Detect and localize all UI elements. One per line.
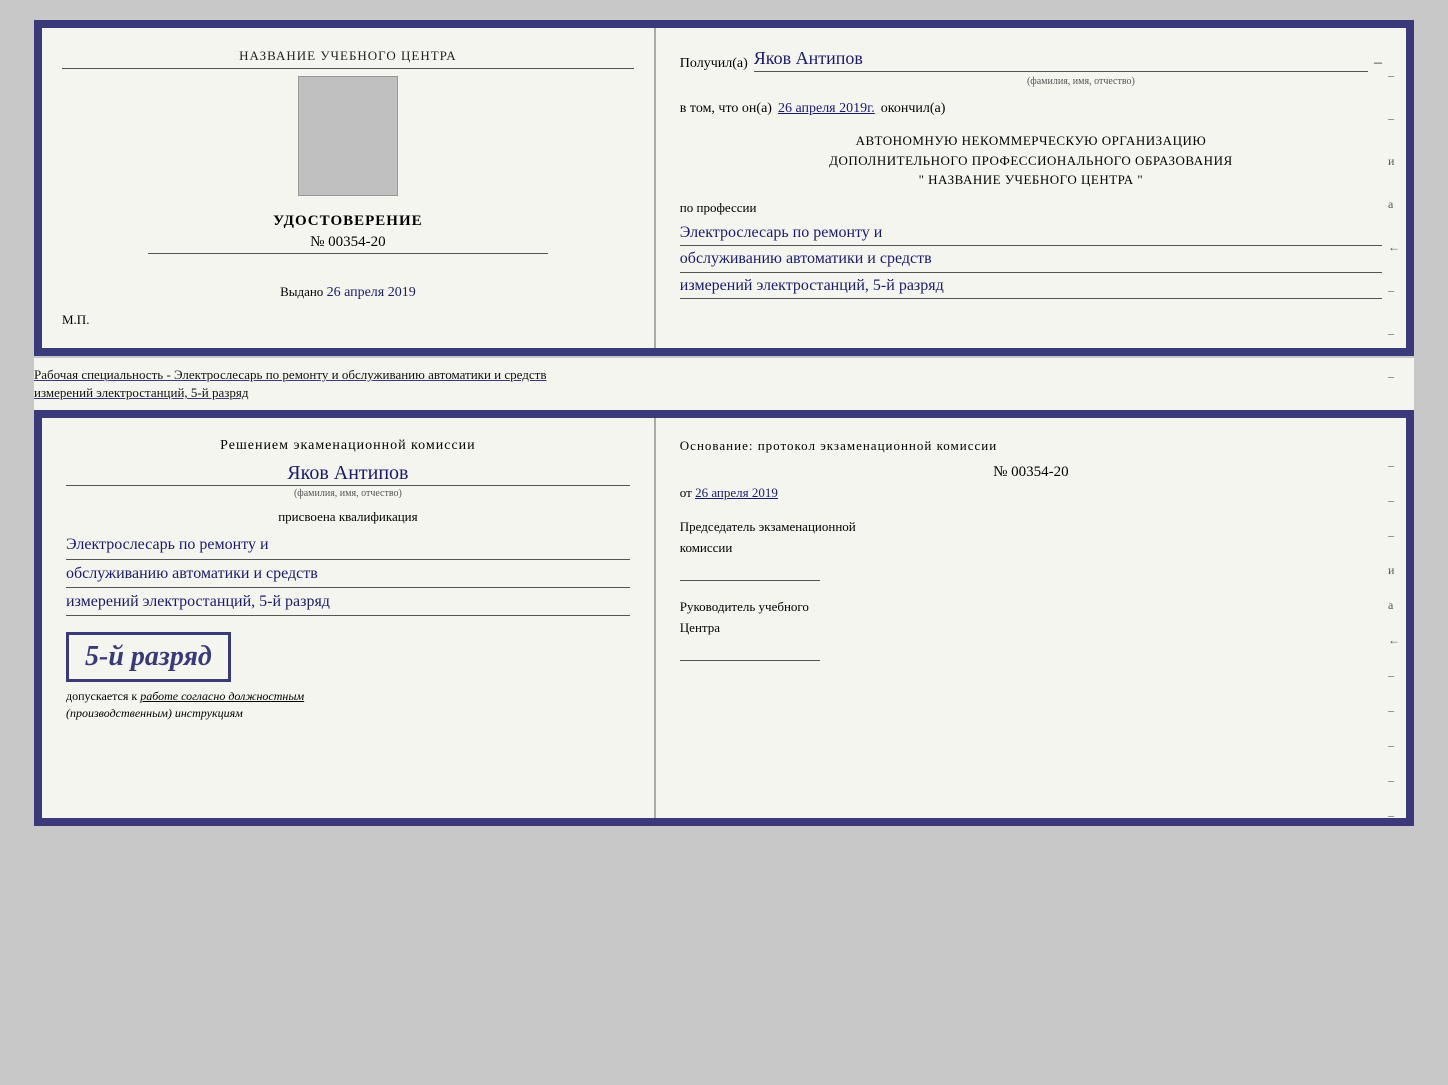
person-sublabel: (фамилия, имя, отчество) <box>66 488 630 499</box>
profession-line2: обслуживанию автоматики и средств <box>680 246 1382 273</box>
recipient-sublabel: (фамилия, имя, отчество) <box>780 76 1382 87</box>
issued-date: 26 апреля 2019 <box>327 285 416 300</box>
rank-box: 5-й разряд <box>66 632 231 682</box>
basis-text: Основание: протокол экзаменационной коми… <box>680 438 1382 454</box>
admit-italic2: (производственным) инструкциям <box>66 706 243 720</box>
bottom-left-panel: Решением экаменационной комиссии Яков Ан… <box>42 418 656 818</box>
org-line3: " НАЗВАНИЕ УЧЕБНОГО ЦЕНТРА " <box>680 170 1382 190</box>
separator-line1: Рабочая специальность - Электрослесарь п… <box>34 366 1414 384</box>
document-wrapper: НАЗВАНИЕ УЧЕБНОГО ЦЕНТРА УДОСТОВЕРЕНИЕ №… <box>34 20 1414 826</box>
qual-line2: обслуживанию автоматики и средств <box>66 560 630 588</box>
admit-italic: работе согласно должностным <box>140 689 304 703</box>
confirm-line: в том, что он(а) 26 апреля 2019г. окончи… <box>680 101 1382 117</box>
separator-section: Рабочая специальность - Электрослесарь п… <box>34 358 1414 410</box>
protocol-date: 26 апреля 2019 <box>695 485 778 500</box>
qual-line3: измерений электростанций, 5-й разряд <box>66 588 630 616</box>
separator-line2: измерений электростанций, 5-й разряд <box>34 384 1414 402</box>
recipient-dash: – <box>1374 54 1382 72</box>
person-name: Яков Антипов <box>66 462 630 486</box>
chairman-sig-line <box>680 563 820 581</box>
bottom-right-panel: Основание: протокол экзаменационной коми… <box>656 418 1406 818</box>
confirm-suffix: окончил(а) <box>881 101 946 117</box>
issued-line: Выдано 26 апреля 2019 <box>62 284 634 301</box>
issued-label: Выдано <box>280 284 323 299</box>
qualification-label: присвоена квалификация <box>66 509 630 525</box>
director-block: Руководитель учебного Центра <box>680 597 1382 661</box>
top-right-panel: Получил(а) Яков Антипов – (фамилия, имя,… <box>656 28 1406 348</box>
org-line2: ДОПОЛНИТЕЛЬНОГО ПРОФЕССИОНАЛЬНОГО ОБРАЗО… <box>680 151 1382 171</box>
protocol-number: № 00354-20 <box>680 464 1382 481</box>
protocol-date-line: от 26 апреля 2019 <box>680 485 1382 501</box>
bottom-right-dashes: – – – и а ← – – – – – <box>1388 458 1400 823</box>
cert-number: № 00354-20 <box>148 234 548 254</box>
profession-line1: Электрослесарь по ремонту и <box>680 220 1382 247</box>
profession-label: по профессии <box>680 200 1382 216</box>
cert-title: УДОСТОВЕРЕНИЕ <box>62 213 634 230</box>
admit-line: допускается к работе согласно должностны… <box>66 688 630 722</box>
recipient-label: Получил(а) <box>680 56 748 72</box>
mp-label: М.П. <box>62 312 89 328</box>
top-left-panel: НАЗВАНИЕ УЧЕБНОГО ЦЕНТРА УДОСТОВЕРЕНИЕ №… <box>42 28 656 348</box>
bottom-document: Решением экаменационной комиссии Яков Ан… <box>34 410 1414 826</box>
rank-text: 5-й разряд <box>85 641 212 672</box>
director-sig-line <box>680 643 820 661</box>
org-line1: АВТОНОМНУЮ НЕКОММЕРЧЕСКУЮ ОРГАНИЗАЦИЮ <box>680 131 1382 151</box>
side-dashes: – – и а ← – – – <box>1388 68 1400 384</box>
chairman-block: Председатель экзаменационной комиссии <box>680 517 1382 581</box>
recipient-name: Яков Антипов <box>754 48 1368 72</box>
qual-line1: Электрослесарь по ремонту и <box>66 531 630 559</box>
confirm-date: 26 апреля 2019г. <box>778 101 875 117</box>
recipient-line: Получил(а) Яков Антипов – <box>680 48 1382 72</box>
director-label2: Центра <box>680 618 1382 639</box>
protocol-date-prefix: от <box>680 485 692 500</box>
confirm-prefix: в том, что он(а) <box>680 101 772 117</box>
admit-prefix: допускается к <box>66 689 137 703</box>
org-text: АВТОНОМНУЮ НЕКОММЕРЧЕСКУЮ ОРГАНИЗАЦИЮ ДО… <box>680 131 1382 190</box>
photo-placeholder <box>298 76 398 196</box>
top-center-title: НАЗВАНИЕ УЧЕБНОГО ЦЕНТРА <box>62 48 634 69</box>
director-label: Руководитель учебного <box>680 597 1382 618</box>
chairman-label: Председатель экзаменационной <box>680 517 1382 538</box>
profession-line3: измерений электростанций, 5-й разряд <box>680 273 1382 300</box>
decision-text: Решением экаменационной комиссии <box>66 438 630 454</box>
top-document: НАЗВАНИЕ УЧЕБНОГО ЦЕНТРА УДОСТОВЕРЕНИЕ №… <box>34 20 1414 356</box>
chairman-label2: комиссии <box>680 538 1382 559</box>
